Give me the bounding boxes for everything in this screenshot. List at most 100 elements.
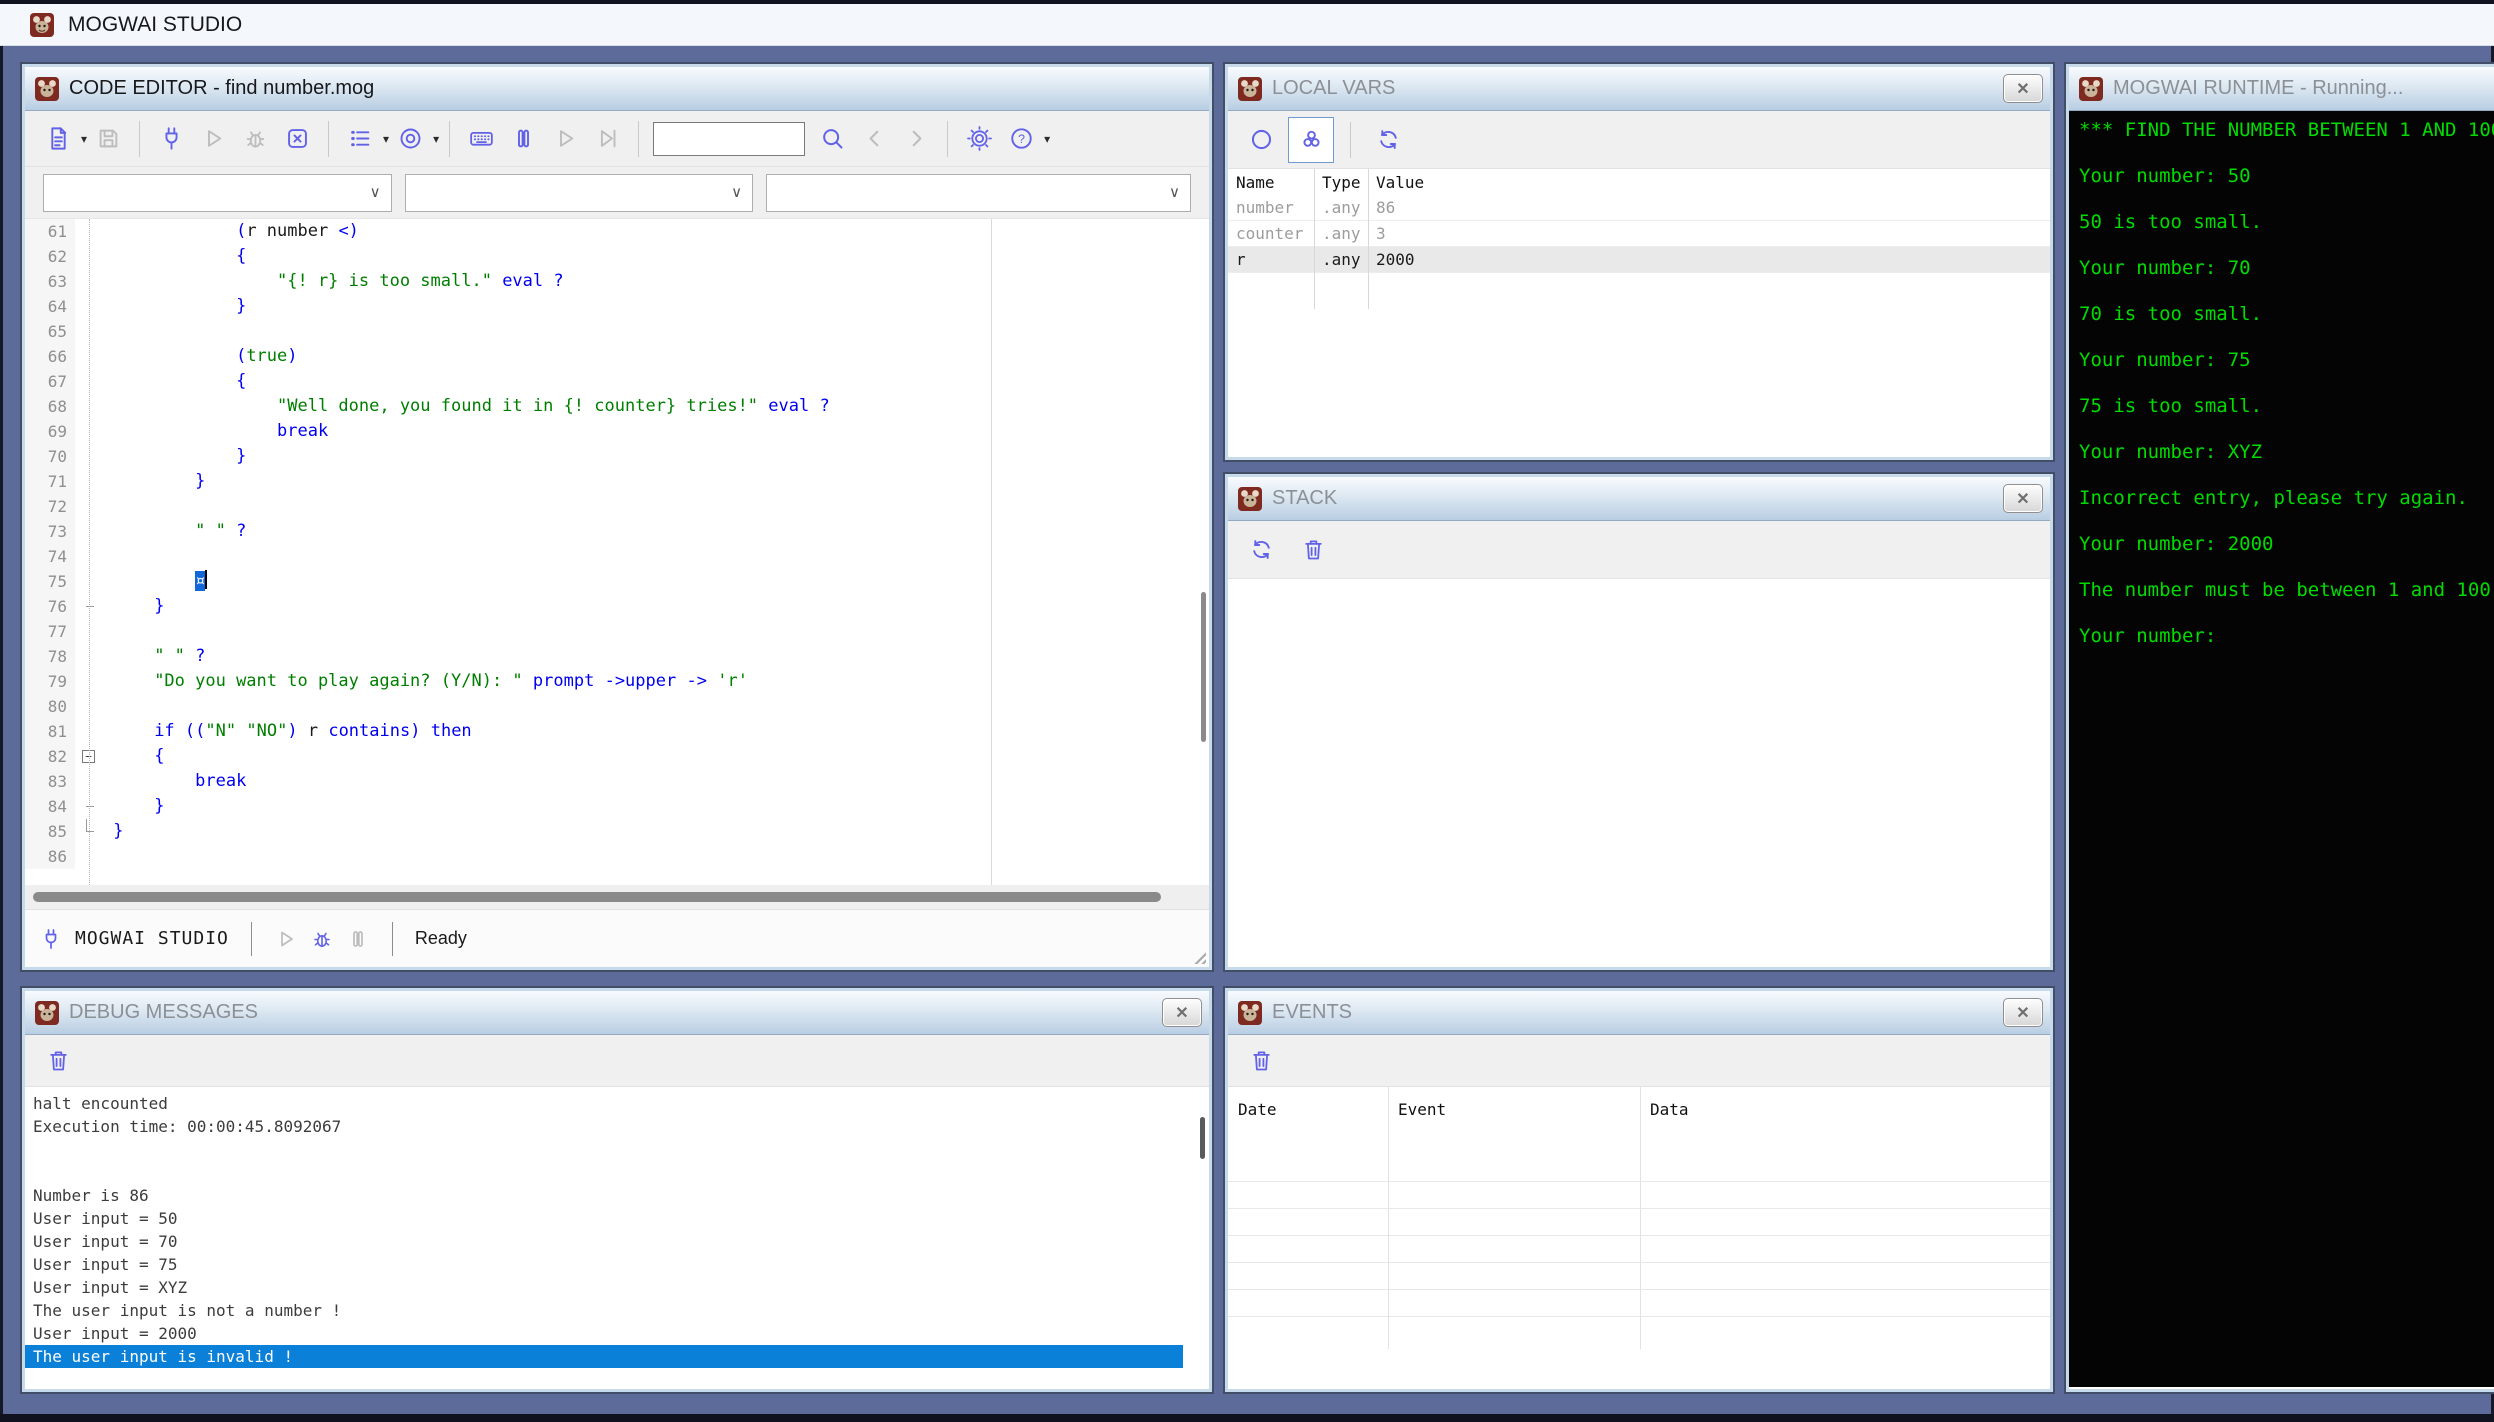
connect-button[interactable] xyxy=(150,118,192,160)
code-line[interactable]: 61 (r number <) xyxy=(25,219,1209,244)
debug-title: DEBUG MESSAGES xyxy=(69,1001,258,1024)
refresh-button[interactable] xyxy=(1367,119,1409,161)
wrap-margin-line xyxy=(991,219,992,885)
debug-scrollbar-thumb[interactable] xyxy=(1200,1117,1205,1159)
console-line xyxy=(2079,372,2494,395)
close-button[interactable]: ✕ xyxy=(1162,998,1202,1027)
code-text-area[interactable]: 61 (r number <)62 {63 "{! r} is too smal… xyxy=(25,219,1209,885)
mogwai-window-icon xyxy=(35,77,59,101)
search-button[interactable] xyxy=(811,118,853,160)
local-vars-table[interactable]: Name Type Value number.any86counter.any3… xyxy=(1228,169,2050,399)
file-button[interactable] xyxy=(37,118,79,160)
debug-button[interactable] xyxy=(234,118,276,160)
table-row[interactable]: r.any2000 xyxy=(1228,247,2050,273)
resize-grip[interactable] xyxy=(1191,949,1206,964)
gear-icon xyxy=(966,125,993,152)
code-line[interactable]: 81 if (("N" "NO") r contains) then xyxy=(25,719,1209,744)
scope-combo-1[interactable]: ∨ xyxy=(43,174,392,212)
code-line[interactable]: 71 } xyxy=(25,469,1209,494)
stack-content[interactable] xyxy=(1228,579,2050,962)
events-table[interactable]: Date Event Data xyxy=(1228,1087,2050,1379)
code-line[interactable]: 63 "{! r} is too small." eval ? xyxy=(25,269,1209,294)
editor-horizontal-scrollbar[interactable] xyxy=(25,885,1209,909)
code-line[interactable]: 64 } xyxy=(25,294,1209,319)
status-bug-icon[interactable] xyxy=(310,927,334,951)
code-line[interactable]: 69 break xyxy=(25,419,1209,444)
local-vars-titlebar[interactable]: LOCAL VARS ✕ xyxy=(1228,67,2050,111)
line-number: 80 xyxy=(25,694,75,719)
runtime-console[interactable]: *** FIND THE NUMBER BETWEEN 1 AND 100 **… xyxy=(2069,111,2494,1387)
settings-button[interactable] xyxy=(958,118,1000,160)
debug-titlebar[interactable]: DEBUG MESSAGES ✕ xyxy=(25,991,1209,1035)
editor-horizontal-scrollbar-thumb[interactable] xyxy=(33,892,1161,902)
watch-button[interactable] xyxy=(389,118,431,160)
search-input[interactable] xyxy=(653,122,805,156)
close-button[interactable]: ✕ xyxy=(2003,74,2043,103)
events-titlebar[interactable]: EVENTS ✕ xyxy=(1228,991,2050,1035)
debug-line: User input = 75 xyxy=(25,1253,1209,1276)
clear-button[interactable] xyxy=(1292,529,1334,571)
editor-vertical-scrollbar[interactable] xyxy=(1201,592,1206,742)
save-button[interactable] xyxy=(87,118,129,160)
scope-combo-3[interactable]: ∨ xyxy=(766,174,1191,212)
clear-button[interactable] xyxy=(1240,1040,1282,1082)
code-line[interactable]: 83 break xyxy=(25,769,1209,794)
close-button[interactable]: ✕ xyxy=(2003,484,2043,513)
console-line: 75 is too small. xyxy=(2079,395,2494,418)
code-editor-titlebar[interactable]: CODE EDITOR - find number.mog xyxy=(25,67,1209,111)
keyboard-button[interactable] xyxy=(460,118,502,160)
row-separator xyxy=(1228,1235,2050,1236)
help-caret-icon[interactable]: ▾ xyxy=(1044,132,1050,146)
code-line[interactable]: 68 "Well done, you found it in {! counte… xyxy=(25,394,1209,419)
code-line[interactable]: 65 xyxy=(25,319,1209,344)
status-pause-icon[interactable] xyxy=(346,927,370,951)
stack-titlebar[interactable]: STACK ✕ xyxy=(1228,477,2050,521)
skip-end-icon xyxy=(594,125,621,152)
pause-button[interactable] xyxy=(502,118,544,160)
code-line[interactable]: 72 xyxy=(25,494,1209,519)
code-line[interactable]: 74 xyxy=(25,544,1209,569)
scope-circle-button[interactable] xyxy=(1240,119,1282,161)
code-line[interactable]: 86 xyxy=(25,844,1209,869)
close-button[interactable]: ✕ xyxy=(2003,998,2043,1027)
code-line[interactable]: 78 " " ? xyxy=(25,644,1209,669)
stop-button[interactable] xyxy=(276,118,318,160)
code-line[interactable]: 73 " " ? xyxy=(25,519,1209,544)
table-row[interactable]: number.any86 xyxy=(1228,195,2050,221)
code-line[interactable]: 66 (true) xyxy=(25,344,1209,369)
debug-log[interactable]: halt encountedExecution time: 00:00:45.8… xyxy=(25,1087,1209,1379)
code-line[interactable]: 62 { xyxy=(25,244,1209,269)
debug-line: halt encounted xyxy=(25,1092,1209,1115)
scope-combo-2[interactable]: ∨ xyxy=(405,174,754,212)
code-line[interactable]: 76 } xyxy=(25,594,1209,619)
table-row[interactable]: counter.any3 xyxy=(1228,221,2050,247)
refresh-button[interactable] xyxy=(1240,529,1282,571)
code-line[interactable]: 82− { xyxy=(25,744,1209,769)
skip-to-end-button[interactable] xyxy=(586,118,628,160)
line-number: 61 xyxy=(25,219,75,244)
watch-caret-icon[interactable]: ▾ xyxy=(433,132,439,146)
step-button[interactable] xyxy=(544,118,586,160)
list-button[interactable] xyxy=(339,118,381,160)
find-previous-button[interactable] xyxy=(853,118,895,160)
scope-cluster-button-selected[interactable] xyxy=(1288,117,1334,163)
code-line[interactable]: 77 xyxy=(25,619,1209,644)
events-window: EVENTS ✕ Date Event Data xyxy=(1225,988,2053,1392)
code-line[interactable]: 79 "Do you want to play again? (Y/N): " … xyxy=(25,669,1209,694)
code-line[interactable]: 75 ¤ xyxy=(25,569,1209,594)
code-line[interactable]: 85 } xyxy=(25,819,1209,844)
run-button[interactable] xyxy=(192,118,234,160)
code-line[interactable]: 84 } xyxy=(25,794,1209,819)
runtime-titlebar[interactable]: MOGWAI RUNTIME - Running... xyxy=(2069,67,2494,111)
debug-line-selected[interactable]: The user input is invalid ! xyxy=(25,1345,1183,1368)
help-button[interactable]: ? xyxy=(1000,118,1042,160)
find-next-button[interactable] xyxy=(895,118,937,160)
plug-icon xyxy=(158,125,185,152)
console-line xyxy=(2079,418,2494,441)
code-line[interactable]: 80 xyxy=(25,694,1209,719)
pause-icon xyxy=(510,125,537,152)
status-play-icon[interactable] xyxy=(274,927,298,951)
clear-button[interactable] xyxy=(37,1040,79,1082)
code-line[interactable]: 67 { xyxy=(25,369,1209,394)
code-line[interactable]: 70 } xyxy=(25,444,1209,469)
